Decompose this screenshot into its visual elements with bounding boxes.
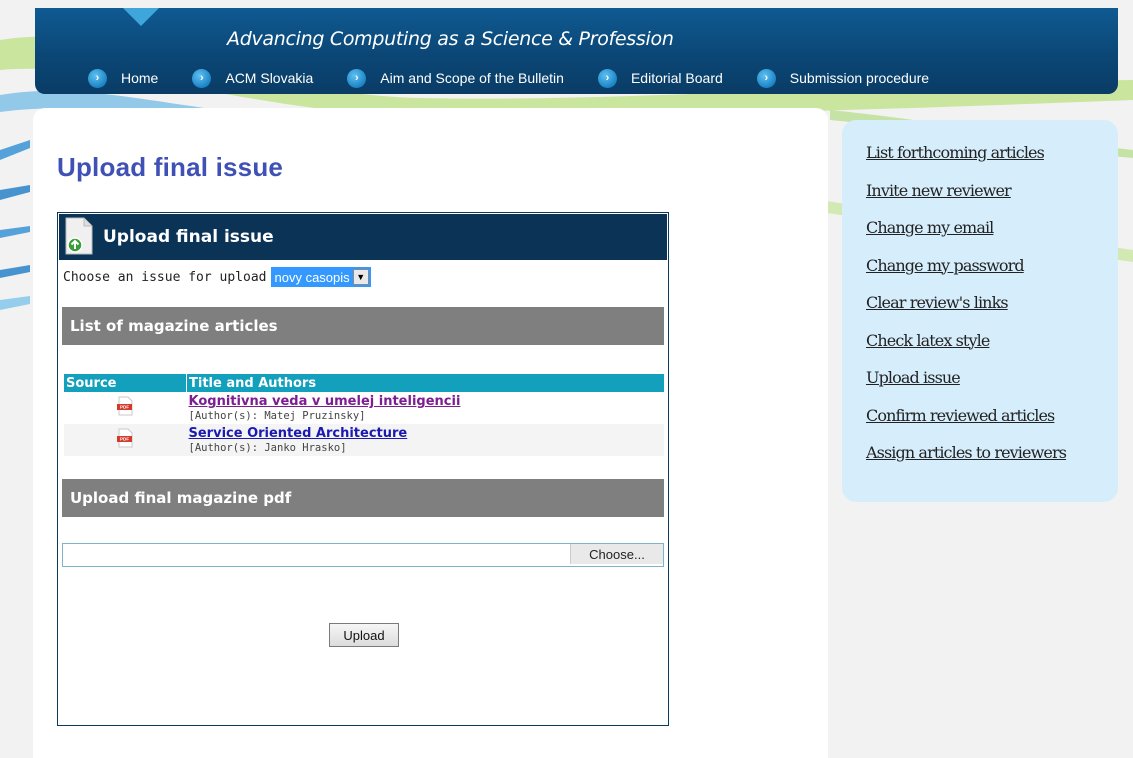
list-item: Check latex style	[866, 331, 1118, 369]
title-authors-cell: Kognitivna veda v umelej inteligencii [A…	[187, 392, 665, 424]
list-item: Change my email	[866, 218, 1118, 256]
list-item: List forthcoming articles	[866, 143, 1118, 181]
pdf-icon[interactable]: PDF	[117, 396, 133, 416]
upload-button[interactable]: Upload	[329, 623, 399, 647]
nav-label: Submission procedure	[789, 70, 930, 86]
list-item: Confirm reviewed articles	[866, 406, 1118, 444]
nav-acm-slovakia[interactable]: › ACM Slovakia	[192, 68, 314, 88]
sidebar-link-change-my-password[interactable]: Change my password	[866, 256, 1025, 275]
file-input[interactable]: Choose...	[62, 543, 664, 567]
nav-label: Aim and Scope of the Bulletin	[380, 70, 564, 86]
chevron-right-icon: ›	[347, 68, 367, 88]
chevron-down-icon: ▼	[352, 269, 369, 285]
article-title-link[interactable]: Service Oriented Architecture	[189, 426, 663, 441]
upload-box-title: Upload final issue	[103, 227, 274, 247]
main-panel: Upload final issue Upload final issue Ch…	[33, 108, 828, 758]
source-cell: PDF	[64, 392, 187, 424]
source-cell: PDF	[64, 424, 187, 456]
choose-issue-row: Choose an issue for upload novy casopis …	[63, 267, 668, 287]
nav-editorial-board[interactable]: › Editorial Board	[597, 68, 723, 88]
chevron-right-icon: ›	[192, 68, 212, 88]
table-row: PDF Service Oriented Architecture [Autho…	[64, 424, 664, 456]
issue-select[interactable]: novy casopis ▼	[270, 267, 371, 287]
table-row: PDF Kognitivna veda v umelej inteligenci…	[64, 392, 664, 424]
sidebar-link-clear-reviews-links[interactable]: Clear review's links	[866, 293, 1009, 312]
pdf-icon-label: PDF	[120, 405, 129, 410]
article-authors: [Author(s): Matej Pruzinsky]	[188, 410, 366, 422]
sidebar-link-confirm-reviewed-articles[interactable]: Confirm reviewed articles	[866, 406, 1055, 425]
list-item: Assign articles to reviewers	[866, 443, 1118, 481]
articles-section-heading: List of magazine articles	[62, 307, 664, 345]
header-notch	[123, 8, 159, 26]
chevron-right-icon: ›	[756, 68, 776, 88]
nav-label: Home	[121, 70, 159, 86]
site-header: Advancing Computing as a Science & Profe…	[35, 8, 1118, 94]
sidebar: List forthcoming articles Invite new rev…	[842, 120, 1118, 502]
list-item: Change my password	[866, 256, 1118, 294]
article-title-link[interactable]: Kognitivna veda v umelej inteligencii	[189, 394, 663, 409]
document-upload-icon	[65, 217, 93, 255]
sidebar-link-invite-new-reviewer[interactable]: Invite new reviewer	[866, 181, 1012, 200]
sidebar-link-list-forthcoming-articles[interactable]: List forthcoming articles	[866, 143, 1045, 162]
sidebar-links: List forthcoming articles Invite new rev…	[842, 120, 1118, 481]
table-header-row: Source Title and Authors	[64, 374, 664, 392]
chevron-right-icon: ›	[88, 68, 107, 88]
sidebar-link-assign-articles-to-reviewers[interactable]: Assign articles to reviewers	[866, 443, 1067, 462]
title-authors-cell: Service Oriented Architecture [Author(s)…	[186, 424, 664, 456]
chevron-right-icon: ›	[597, 68, 617, 88]
sidebar-link-check-latex-style[interactable]: Check latex style	[866, 331, 990, 350]
list-item: Invite new reviewer	[866, 181, 1118, 219]
upload-box: Upload final issue Choose an issue for u…	[57, 212, 669, 726]
article-authors: [Author(s): Janko Hrasko]	[188, 442, 347, 454]
sidebar-link-upload-issue[interactable]: Upload issue	[866, 368, 961, 387]
choose-issue-label: Choose an issue for upload	[63, 269, 267, 285]
main-nav: › Home › ACM Slovakia › Aim and Scope of…	[35, 62, 1118, 94]
sidebar-link-change-my-email[interactable]: Change my email	[866, 218, 994, 237]
tagline: Advancing Computing as a Science & Profe…	[227, 28, 674, 50]
nav-label: Editorial Board	[630, 70, 723, 86]
upload-pdf-section-heading: Upload final magazine pdf	[62, 479, 664, 517]
articles-table: Source Title and Authors PDF Kognitivna …	[64, 374, 664, 456]
upload-box-header: Upload final issue	[59, 214, 667, 260]
issue-select-value: novy casopis	[274, 269, 350, 285]
pdf-icon[interactable]: PDF	[117, 428, 133, 448]
nav-home[interactable]: › Home	[88, 68, 159, 88]
choose-file-button[interactable]: Choose...	[570, 544, 663, 564]
column-header-title-authors: Title and Authors	[186, 374, 664, 392]
column-header-source: Source	[64, 374, 187, 392]
page-title: Upload final issue	[57, 152, 284, 182]
nav-submission-procedure[interactable]: › Submission procedure	[756, 68, 930, 88]
list-item: Upload issue	[866, 368, 1118, 406]
nav-aim-scope[interactable]: › Aim and Scope of the Bulletin	[347, 68, 564, 88]
list-item: Clear review's links	[866, 293, 1118, 331]
pdf-icon-label: PDF	[120, 437, 129, 442]
nav-label: ACM Slovakia	[225, 70, 314, 86]
